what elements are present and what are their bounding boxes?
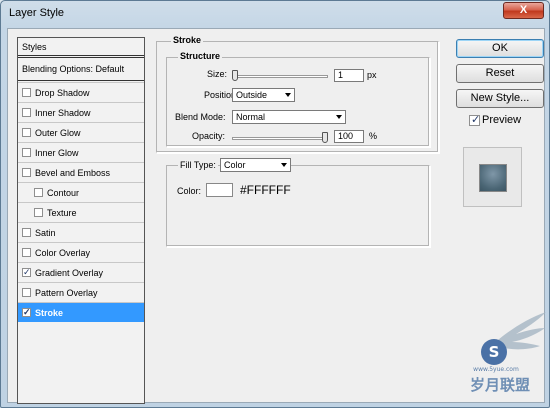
- style-checkbox[interactable]: [22, 168, 31, 177]
- style-item-gradient-overlay[interactable]: ✓ Gradient Overlay: [18, 262, 144, 282]
- style-item-satin[interactable]: Satin: [18, 222, 144, 242]
- chevron-down-icon: [336, 115, 342, 119]
- fill-type-select[interactable]: Color: [220, 158, 291, 172]
- style-checkbox[interactable]: [22, 148, 31, 157]
- site-watermark-logo: S www.5yue.com 岁月联盟: [470, 312, 546, 394]
- stroke-group-title: Stroke: [171, 35, 204, 45]
- size-input[interactable]: 1: [334, 69, 364, 82]
- style-item-inner-glow[interactable]: Inner Glow: [18, 142, 144, 162]
- style-checkbox[interactable]: [22, 248, 31, 257]
- preview-swatch: [479, 164, 507, 192]
- position-select[interactable]: Outside: [232, 88, 295, 102]
- checkmark-icon: ✓: [23, 267, 31, 277]
- blend-mode-value: Normal: [236, 112, 266, 122]
- fill-type-value: Color: [224, 160, 246, 170]
- size-unit: px: [367, 70, 377, 80]
- new-style-button[interactable]: New Style...: [456, 89, 544, 108]
- reset-button[interactable]: Reset: [456, 64, 544, 83]
- style-item-label: Satin: [35, 228, 56, 238]
- style-item-label: Gradient Overlay: [35, 268, 104, 278]
- style-item-label: Bevel and Emboss: [35, 168, 111, 178]
- style-item-drop-shadow[interactable]: Drop Shadow: [18, 82, 144, 102]
- close-icon: X: [519, 4, 528, 16]
- style-item-bevel-and-emboss[interactable]: Bevel and Emboss: [18, 162, 144, 182]
- style-checkbox[interactable]: [34, 208, 43, 217]
- style-checkbox[interactable]: [22, 288, 31, 297]
- styles-list: Styles Blending Options: Default Drop Sh…: [17, 37, 145, 404]
- style-checkbox[interactable]: [22, 108, 31, 117]
- style-checkbox[interactable]: [34, 188, 43, 197]
- preview-label: Preview: [482, 114, 522, 126]
- style-item-label: Pattern Overlay: [35, 288, 98, 298]
- color-label: Color:: [177, 186, 202, 196]
- style-item-label: Inner Shadow: [35, 108, 91, 118]
- stroke-color-swatch[interactable]: [206, 183, 233, 197]
- style-item-outer-glow[interactable]: Outer Glow: [18, 122, 144, 142]
- opacity-label: Opacity:: [192, 131, 226, 141]
- style-item-inner-shadow[interactable]: Inner Shadow: [18, 102, 144, 122]
- layer-style-dialog: Layer Style X Styles Blending Options: D…: [0, 0, 550, 408]
- style-item-label: Stroke: [35, 308, 64, 318]
- size-slider-track[interactable]: [232, 75, 328, 78]
- structure-group-title: Structure: [178, 51, 223, 61]
- watermark-site: www.5yue.com: [473, 366, 519, 373]
- opacity-slider-thumb[interactable]: [322, 132, 328, 143]
- style-checkbox[interactable]: ✓: [22, 267, 31, 277]
- ok-button[interactable]: OK: [456, 39, 544, 58]
- style-item-label: Contour: [47, 188, 80, 198]
- style-item-color-overlay[interactable]: Color Overlay: [18, 242, 144, 262]
- window-title: Layer Style: [9, 7, 65, 19]
- styles-header[interactable]: Styles: [18, 38, 144, 56]
- style-item-label: Texture: [47, 208, 77, 218]
- style-checkbox[interactable]: ✓: [22, 307, 31, 317]
- blending-options-item[interactable]: Blending Options: Default: [18, 57, 144, 81]
- opacity-input[interactable]: 100: [334, 130, 364, 143]
- checkmark-icon: ✓: [471, 114, 481, 126]
- style-item-stroke[interactable]: ✓ Stroke: [18, 302, 144, 322]
- fill-group: [166, 165, 430, 247]
- style-checkbox[interactable]: [22, 128, 31, 137]
- checkmark-icon: ✓: [23, 307, 31, 317]
- style-item-label: Inner Glow: [35, 148, 79, 158]
- preview-swatch-box: [463, 147, 522, 207]
- opacity-unit: %: [369, 131, 378, 141]
- color-hex-value: #FFFFFF: [240, 183, 291, 197]
- style-item-label: Outer Glow: [35, 128, 81, 138]
- size-label: Size:: [207, 69, 228, 79]
- title-bar: Layer Style X: [1, 1, 549, 27]
- size-slider-thumb[interactable]: [232, 70, 238, 81]
- watermark-mark: S: [489, 343, 500, 361]
- watermark-brand: 岁月联盟: [470, 376, 530, 394]
- blend-mode-label: Blend Mode:: [175, 112, 226, 122]
- fill-type-label: Fill Type:: [178, 160, 218, 170]
- chevron-down-icon: [281, 163, 287, 167]
- style-item-contour[interactable]: Contour: [18, 182, 144, 202]
- chevron-down-icon: [285, 93, 291, 97]
- style-item-label: Color Overlay: [35, 248, 91, 258]
- style-item-label: Drop Shadow: [35, 88, 90, 98]
- style-checkbox[interactable]: [22, 228, 31, 237]
- wing-icon: [498, 312, 546, 350]
- opacity-slider-track[interactable]: [232, 137, 328, 140]
- close-button[interactable]: X: [503, 2, 544, 19]
- position-value: Outside: [236, 90, 268, 100]
- style-item-pattern-overlay[interactable]: Pattern Overlay: [18, 282, 144, 302]
- style-item-texture[interactable]: Texture: [18, 202, 144, 222]
- blend-mode-select[interactable]: Normal: [232, 110, 346, 124]
- style-checkbox[interactable]: [22, 88, 31, 97]
- preview-checkbox[interactable]: ✓: [469, 114, 481, 126]
